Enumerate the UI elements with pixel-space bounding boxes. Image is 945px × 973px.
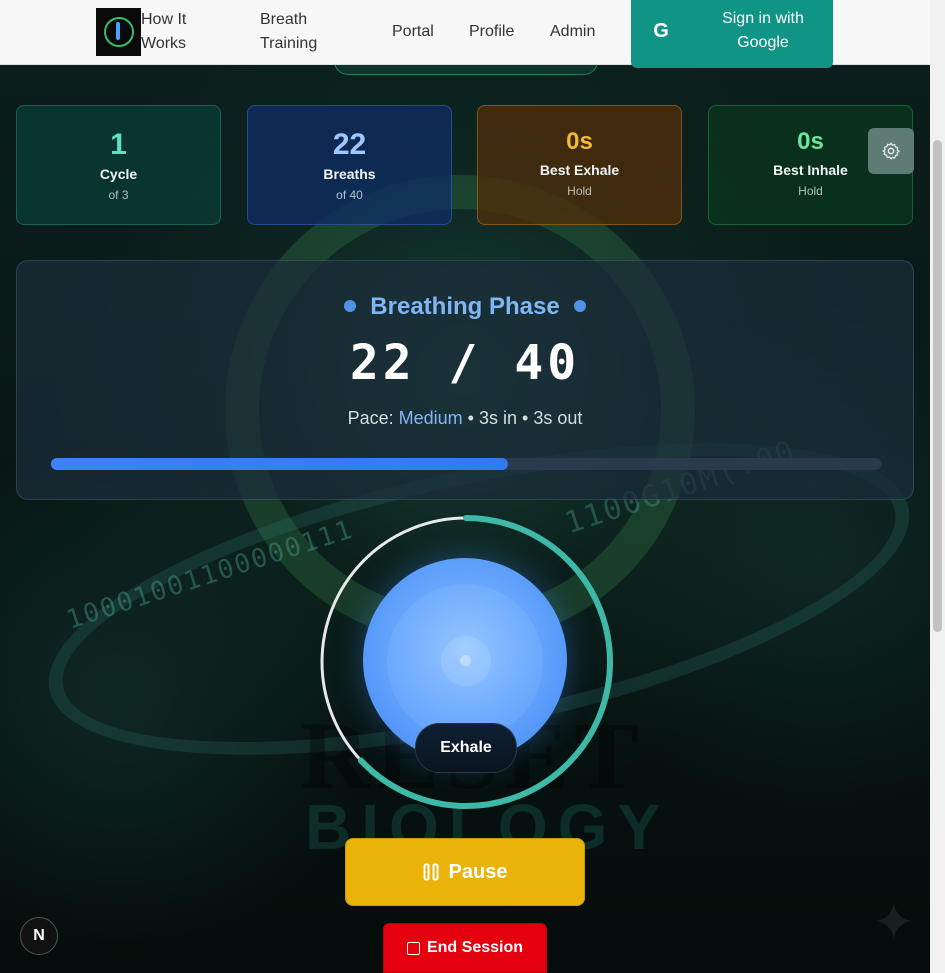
nav-link-profile[interactable]: Profile <box>469 20 514 44</box>
pace-separator: • <box>517 408 534 428</box>
orb-center-dot <box>460 655 471 666</box>
stat-sub: of 3 <box>108 188 129 202</box>
nav-link-breath-training[interactable]: Breath Training <box>260 8 350 56</box>
phase-dot-icon <box>344 299 357 312</box>
stat-sub: Hold <box>798 184 823 198</box>
stat-label: Breaths <box>323 166 376 182</box>
end-session-label: End Session <box>426 939 524 956</box>
phase-title: Breathing Phase <box>17 293 913 321</box>
phase-title-text: Breathing Phase <box>370 293 560 320</box>
gear-icon <box>882 142 900 160</box>
scrollbar-thumb[interactable] <box>933 140 942 632</box>
pause-label: Pause <box>448 860 508 883</box>
top-navigation: How It Works Breath Training Portal Prof… <box>0 0 930 68</box>
nav-link-portal[interactable]: Portal <box>392 20 434 44</box>
pause-icon <box>423 863 439 881</box>
pace-prefix: Pace: <box>347 408 399 428</box>
session-progress-fill <box>51 458 509 470</box>
dev-tools-badge[interactable]: N <box>20 917 58 955</box>
exhale-duration: 3s out <box>533 408 583 428</box>
stat-card-breaths: 22 Breaths of 40 <box>247 105 452 225</box>
stat-value: 22 <box>332 128 367 161</box>
stat-sub: of 40 <box>336 188 363 202</box>
pace-separator: • <box>462 408 479 428</box>
settings-button[interactable] <box>868 128 914 174</box>
stat-card-best-exhale: 0s Best Exhale Hold <box>477 105 682 225</box>
pause-button[interactable]: Pause <box>345 838 585 906</box>
nav-link-admin[interactable]: Admin <box>550 20 595 44</box>
dna-logo-icon <box>103 17 134 47</box>
google-icon: G <box>653 19 669 42</box>
phase-dot-icon <box>573 299 586 312</box>
site-logo[interactable] <box>96 8 141 56</box>
stat-label: Best Exhale <box>539 162 620 178</box>
stat-label: Cycle <box>99 166 138 182</box>
sparkle-icon: ✦ <box>872 894 916 952</box>
stat-value: 1 <box>110 128 127 161</box>
pace-info: Pace: Medium • 3s in • 3s out <box>17 408 913 429</box>
page-scrollbar[interactable] <box>930 0 945 973</box>
stat-sub: Hold <box>567 184 592 198</box>
pace-value: Medium <box>398 408 463 428</box>
breath-counter: 22 / 40 <box>349 335 581 391</box>
stop-icon <box>406 941 420 955</box>
end-session-button[interactable]: End Session <box>383 923 547 973</box>
current-phase-label: Exhale <box>415 723 517 773</box>
breathing-phase-panel: Breathing Phase 22 / 40 Pace: Medium • 3… <box>16 260 914 500</box>
stat-card-cycle: 1 Cycle of 3 <box>16 105 221 225</box>
session-progress-bar <box>51 458 882 470</box>
inhale-duration: 3s in <box>478 408 518 428</box>
google-signin-label: Sign in with Google <box>722 10 804 51</box>
nav-link-how-it-works[interactable]: How It Works <box>141 8 231 56</box>
stat-value: 0s <box>566 128 593 155</box>
google-signin-button[interactable]: G Sign in with Google <box>631 0 833 68</box>
